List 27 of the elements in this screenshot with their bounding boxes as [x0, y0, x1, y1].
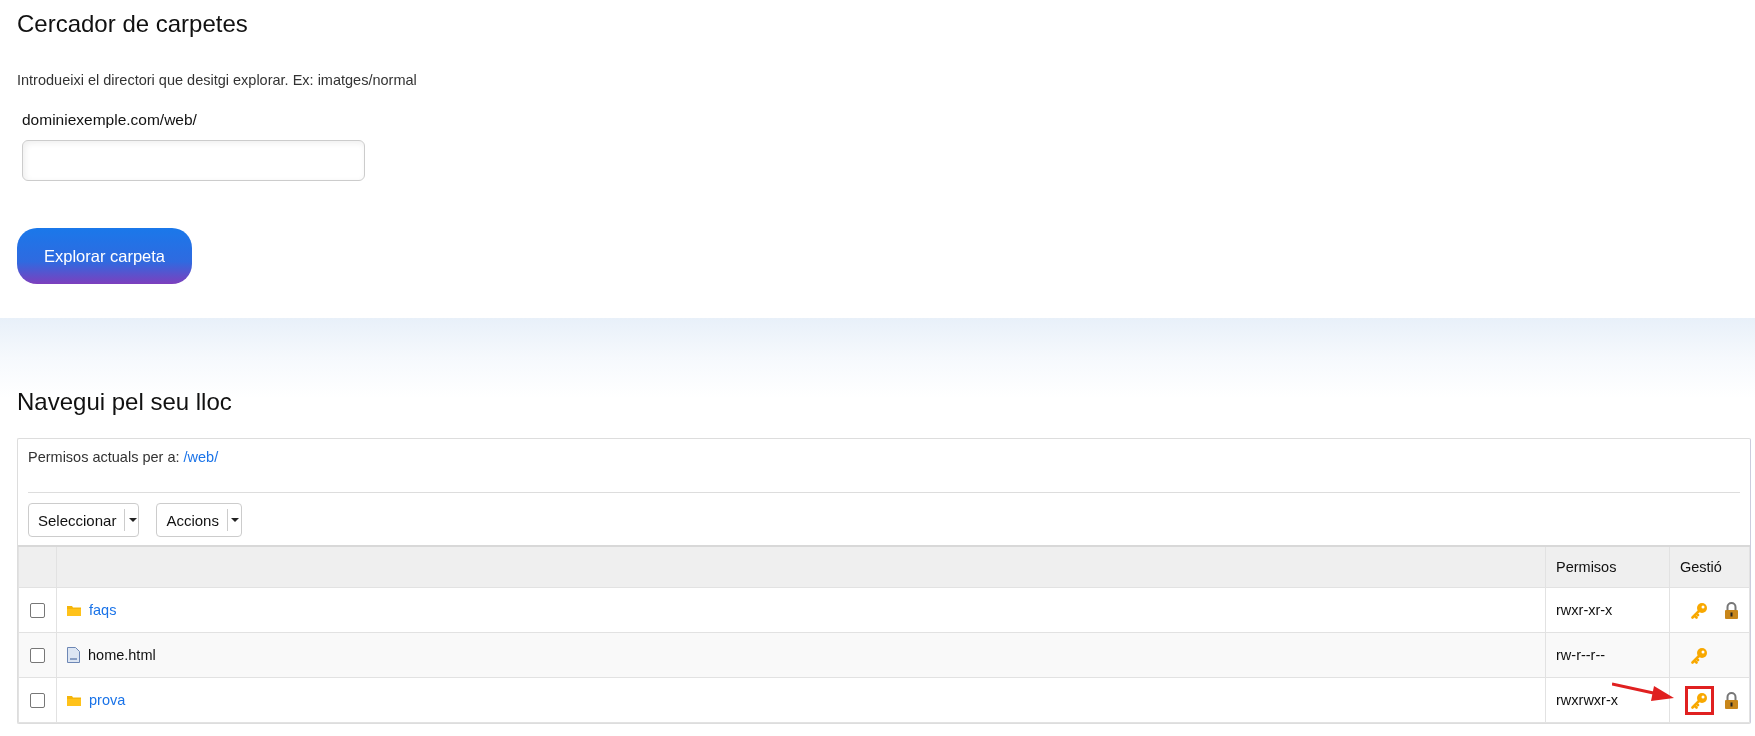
row-checkbox[interactable]	[30, 602, 45, 618]
permissions-cell: rwxr-xr-x	[1545, 587, 1670, 633]
caret-icon	[231, 518, 240, 522]
field-label: dominiexemple.com/web/	[22, 111, 197, 129]
current-path-text: Permisos actuals per a: /web/	[28, 449, 220, 465]
directory-field[interactable]	[22, 140, 365, 181]
dropdown-button[interactable]: Seleccionar	[28, 503, 140, 537]
folder-icon	[67, 604, 81, 616]
file-name: home.html	[88, 647, 156, 663]
dropdown-button[interactable]: Accions	[156, 503, 242, 537]
document-icon	[67, 647, 80, 663]
explore-button[interactable]: Explorar carpeta	[17, 228, 192, 284]
column-header: Gestió	[1669, 546, 1750, 588]
folder-link[interactable]: prova	[89, 692, 126, 708]
folder-link[interactable]: faqs	[89, 602, 117, 618]
row-checkbox[interactable]	[30, 692, 45, 708]
permissions-cell: rw-r--r--	[1545, 632, 1670, 678]
lock-icon[interactable]	[1724, 691, 1739, 709]
column-header: Permisos	[1545, 546, 1670, 588]
folder-icon	[67, 694, 81, 706]
path-link[interactable]: /web/	[183, 449, 219, 465]
row-checkbox[interactable]	[30, 647, 45, 663]
caret-icon	[128, 518, 137, 522]
page-title: Cercador de carpetes	[17, 10, 248, 38]
instructions-text: Introdueixi el directori que desitgi explorar. Ex: imatges/normal	[17, 72, 417, 88]
section-title: Navegui pel seu lloc	[17, 388, 232, 416]
lock-icon[interactable]	[1724, 601, 1739, 619]
